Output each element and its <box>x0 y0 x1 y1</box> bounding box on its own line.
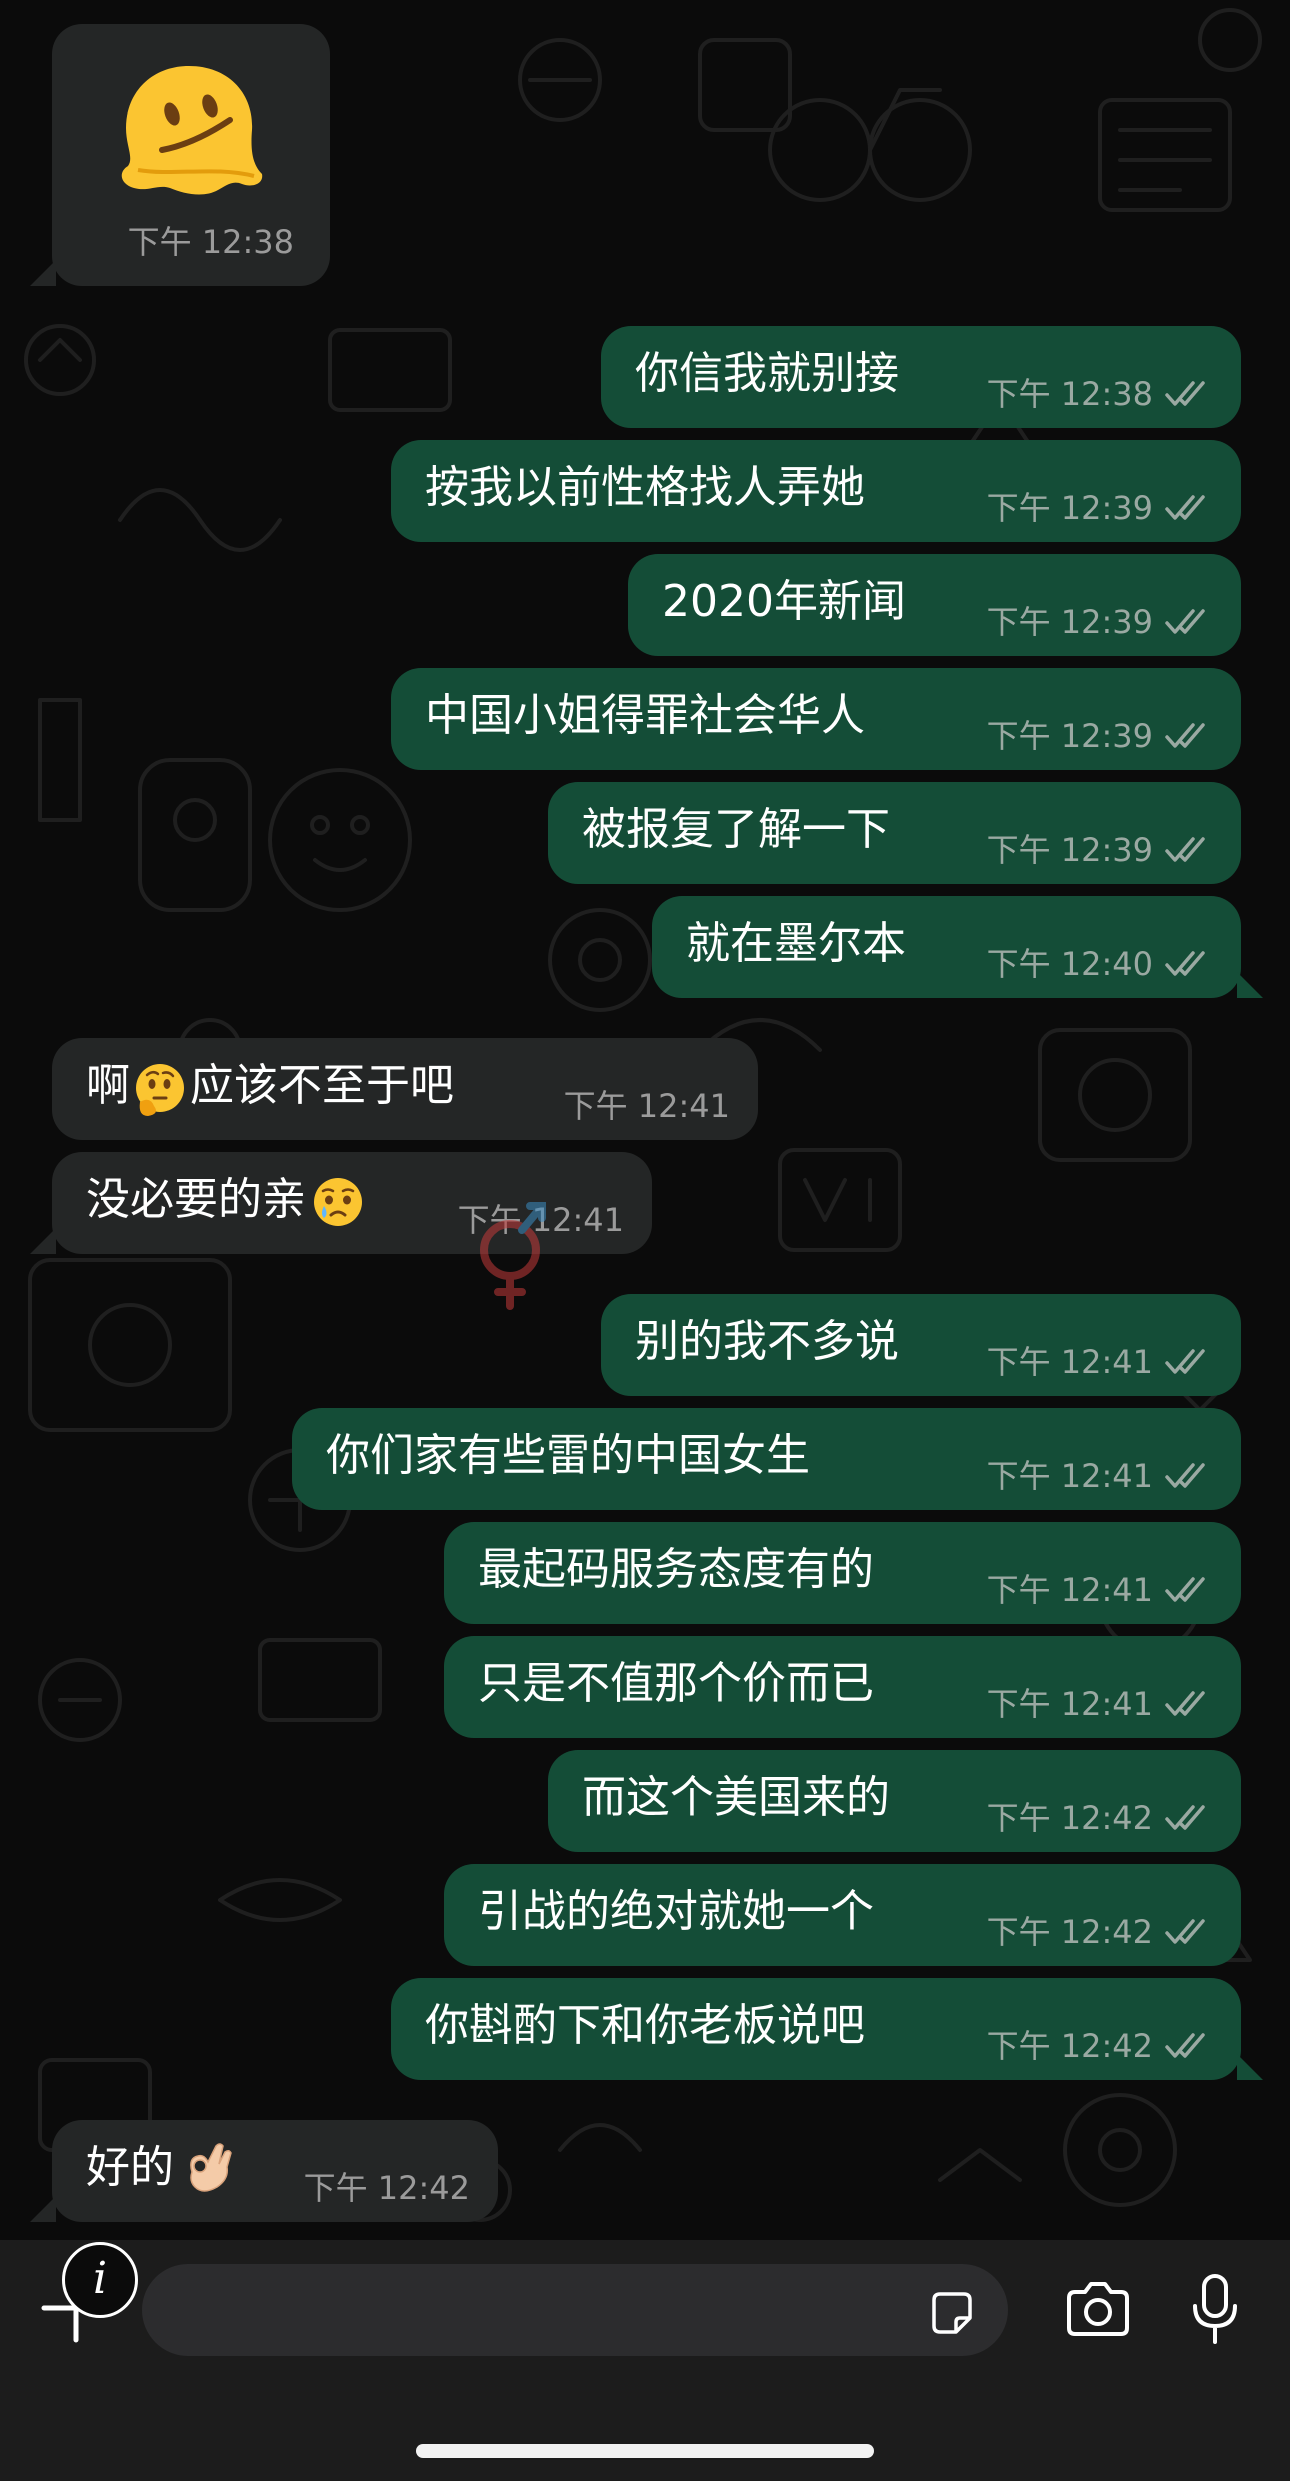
message-text-part: 啊 <box>86 1060 130 1111</box>
message-text: 你信我就别接 <box>635 348 899 399</box>
bubble-tail <box>1237 2054 1263 2080</box>
time-label: 下午 12:39 <box>986 603 1153 641</box>
message-text: 你们家有些雷的中国女生 <box>326 1430 810 1481</box>
message-text: 中国小姐得罪社会华人 <box>425 690 865 741</box>
message-text: 引战的绝对就她一个 <box>478 1886 874 1937</box>
message-meta: 下午 12:39 <box>987 602 1213 642</box>
compose-field[interactable] <box>142 2264 1008 2358</box>
outgoing-message[interactable]: 你们家有些雷的中国女生 下午 12:41 <box>292 1408 1241 1510</box>
microphone-icon[interactable] <box>1190 2272 1240 2348</box>
incoming-message[interactable]: 啊 应该不至于吧 下午 12:41 <box>52 1038 758 1140</box>
read-ticks-icon <box>1165 2033 1205 2058</box>
time-label: 下午 12:42 <box>986 1913 1153 1951</box>
outgoing-message[interactable]: 引战的绝对就她一个 下午 12:42 <box>444 1864 1241 1966</box>
message-meta: 下午 12:41 <box>987 1684 1213 1724</box>
message-meta: 下午 12:39 <box>987 716 1213 756</box>
holding-back-tears-emoji <box>314 1178 362 1226</box>
message-text-part: 没必要的亲 <box>86 1174 306 1225</box>
incoming-message[interactable]: 下午 12:38 <box>52 24 330 286</box>
bubble-tail <box>30 260 56 286</box>
message-meta: 下午 12:42 <box>304 2168 470 2208</box>
message-meta: 下午 12:38 <box>987 374 1213 414</box>
time-label: 下午 12:42 <box>303 2169 470 2207</box>
message-text: 别的我不多说 <box>635 1316 899 1367</box>
message-text: 就在墨尔本 <box>686 918 906 969</box>
message-text: 好的 <box>86 2138 234 2198</box>
bubble-tail <box>1237 972 1263 998</box>
outgoing-message[interactable]: 中国小姐得罪社会华人 下午 12:39 <box>391 668 1241 770</box>
sticker-icon[interactable] <box>926 2286 978 2338</box>
message-text: 只是不值那个价而已 <box>478 1658 874 1709</box>
time-label: 下午 12:38 <box>986 375 1153 413</box>
message-text: 你斟酌下和你老板说吧 <box>425 2000 865 2051</box>
camera-icon[interactable] <box>1063 2280 1133 2340</box>
message-meta: 下午 12:42 <box>987 2026 1213 2066</box>
read-ticks-icon <box>1165 723 1205 748</box>
read-ticks-icon <box>1165 1463 1205 1488</box>
message-timestamp: 下午 12:38 <box>128 222 294 262</box>
time-label: 下午 12:39 <box>986 717 1153 755</box>
message-text: 没必要的亲 <box>86 1170 366 1230</box>
thinking-face-emoji <box>136 1064 184 1116</box>
bubble-tail <box>30 2196 56 2222</box>
read-ticks-icon <box>1165 1349 1205 1374</box>
time-label: 下午 12:39 <box>986 489 1153 527</box>
message-text: 被报复了解一下 <box>582 804 890 855</box>
time-label: 下午 12:40 <box>986 945 1153 983</box>
time-label: 下午 12:39 <box>986 831 1153 869</box>
message-meta: 下午 12:41 <box>987 1456 1213 1496</box>
read-ticks-icon <box>1165 1577 1205 1602</box>
read-ticks-icon <box>1165 1805 1205 1830</box>
read-ticks-icon <box>1165 1919 1205 1944</box>
time-label: 下午 12:41 <box>986 1571 1153 1609</box>
outgoing-message[interactable]: 被报复了解一下 下午 12:39 <box>548 782 1241 884</box>
home-indicator <box>416 2444 874 2458</box>
outgoing-message[interactable]: 就在墨尔本 下午 12:40 <box>652 896 1241 998</box>
melting-face-emoji <box>121 66 263 195</box>
message-meta: 下午 12:40 <box>987 944 1213 984</box>
time-label: 下午 12:41 <box>986 1685 1153 1723</box>
outgoing-message[interactable]: 最起码服务态度有的 下午 12:41 <box>444 1522 1241 1624</box>
incoming-message[interactable]: 好的 下午 12:42 <box>52 2120 498 2222</box>
ok-hand-emoji <box>190 2143 232 2192</box>
time-label: 下午 12:41 <box>986 1457 1153 1495</box>
message-meta: 下午 12:39 <box>987 488 1213 528</box>
message-meta: 下午 12:42 <box>987 1798 1213 1838</box>
message-text-part: 应该不至于吧 <box>190 1060 454 1111</box>
message-text: 按我以前性格找人弄她 <box>425 462 865 513</box>
message-input[interactable] <box>172 2264 936 2358</box>
read-ticks-icon <box>1165 495 1205 520</box>
read-ticks-icon <box>1165 837 1205 862</box>
message-meta: 下午 12:39 <box>987 830 1213 870</box>
message-meta: 下午 12:41 <box>987 1342 1213 1382</box>
message-text-part: 好的 <box>86 2142 174 2193</box>
outgoing-message[interactable]: 2020年新闻 下午 12:39 <box>628 554 1241 656</box>
outgoing-message[interactable]: 按我以前性格找人弄她 下午 12:39 <box>391 440 1241 542</box>
bubble-tail <box>30 1228 56 1254</box>
message-meta: 下午 12:41 <box>564 1086 730 1126</box>
outgoing-message[interactable]: 你信我就别接 下午 12:38 <box>601 326 1241 428</box>
outgoing-message[interactable]: 别的我不多说 下午 12:41 <box>601 1294 1241 1396</box>
outgoing-message[interactable]: 只是不值那个价而已 下午 12:41 <box>444 1636 1241 1738</box>
read-ticks-icon <box>1165 951 1205 976</box>
message-text: 最起码服务态度有的 <box>478 1544 874 1595</box>
outgoing-message[interactable]: 而这个美国来的 下午 12:42 <box>548 1750 1241 1852</box>
message-text: 啊 应该不至于吧 <box>86 1056 454 1116</box>
time-label: 下午 12:41 <box>563 1087 730 1125</box>
read-ticks-icon <box>1165 609 1205 634</box>
time-label: 下午 12:38 <box>127 223 294 261</box>
message-text: 而这个美国来的 <box>582 1772 890 1823</box>
message-text: 2020年新闻 <box>662 576 906 627</box>
info-icon[interactable]: i <box>62 2242 138 2318</box>
message-meta: 下午 12:42 <box>987 1912 1213 1952</box>
time-label: 下午 12:42 <box>986 2027 1153 2065</box>
read-ticks-icon <box>1165 1691 1205 1716</box>
time-label: 下午 12:42 <box>986 1799 1153 1837</box>
outgoing-message[interactable]: 你斟酌下和你老板说吧 下午 12:42 <box>391 1978 1241 2080</box>
time-label: 下午 12:41 <box>986 1343 1153 1381</box>
read-ticks-icon <box>1165 381 1205 406</box>
message-meta: 下午 12:41 <box>987 1570 1213 1610</box>
